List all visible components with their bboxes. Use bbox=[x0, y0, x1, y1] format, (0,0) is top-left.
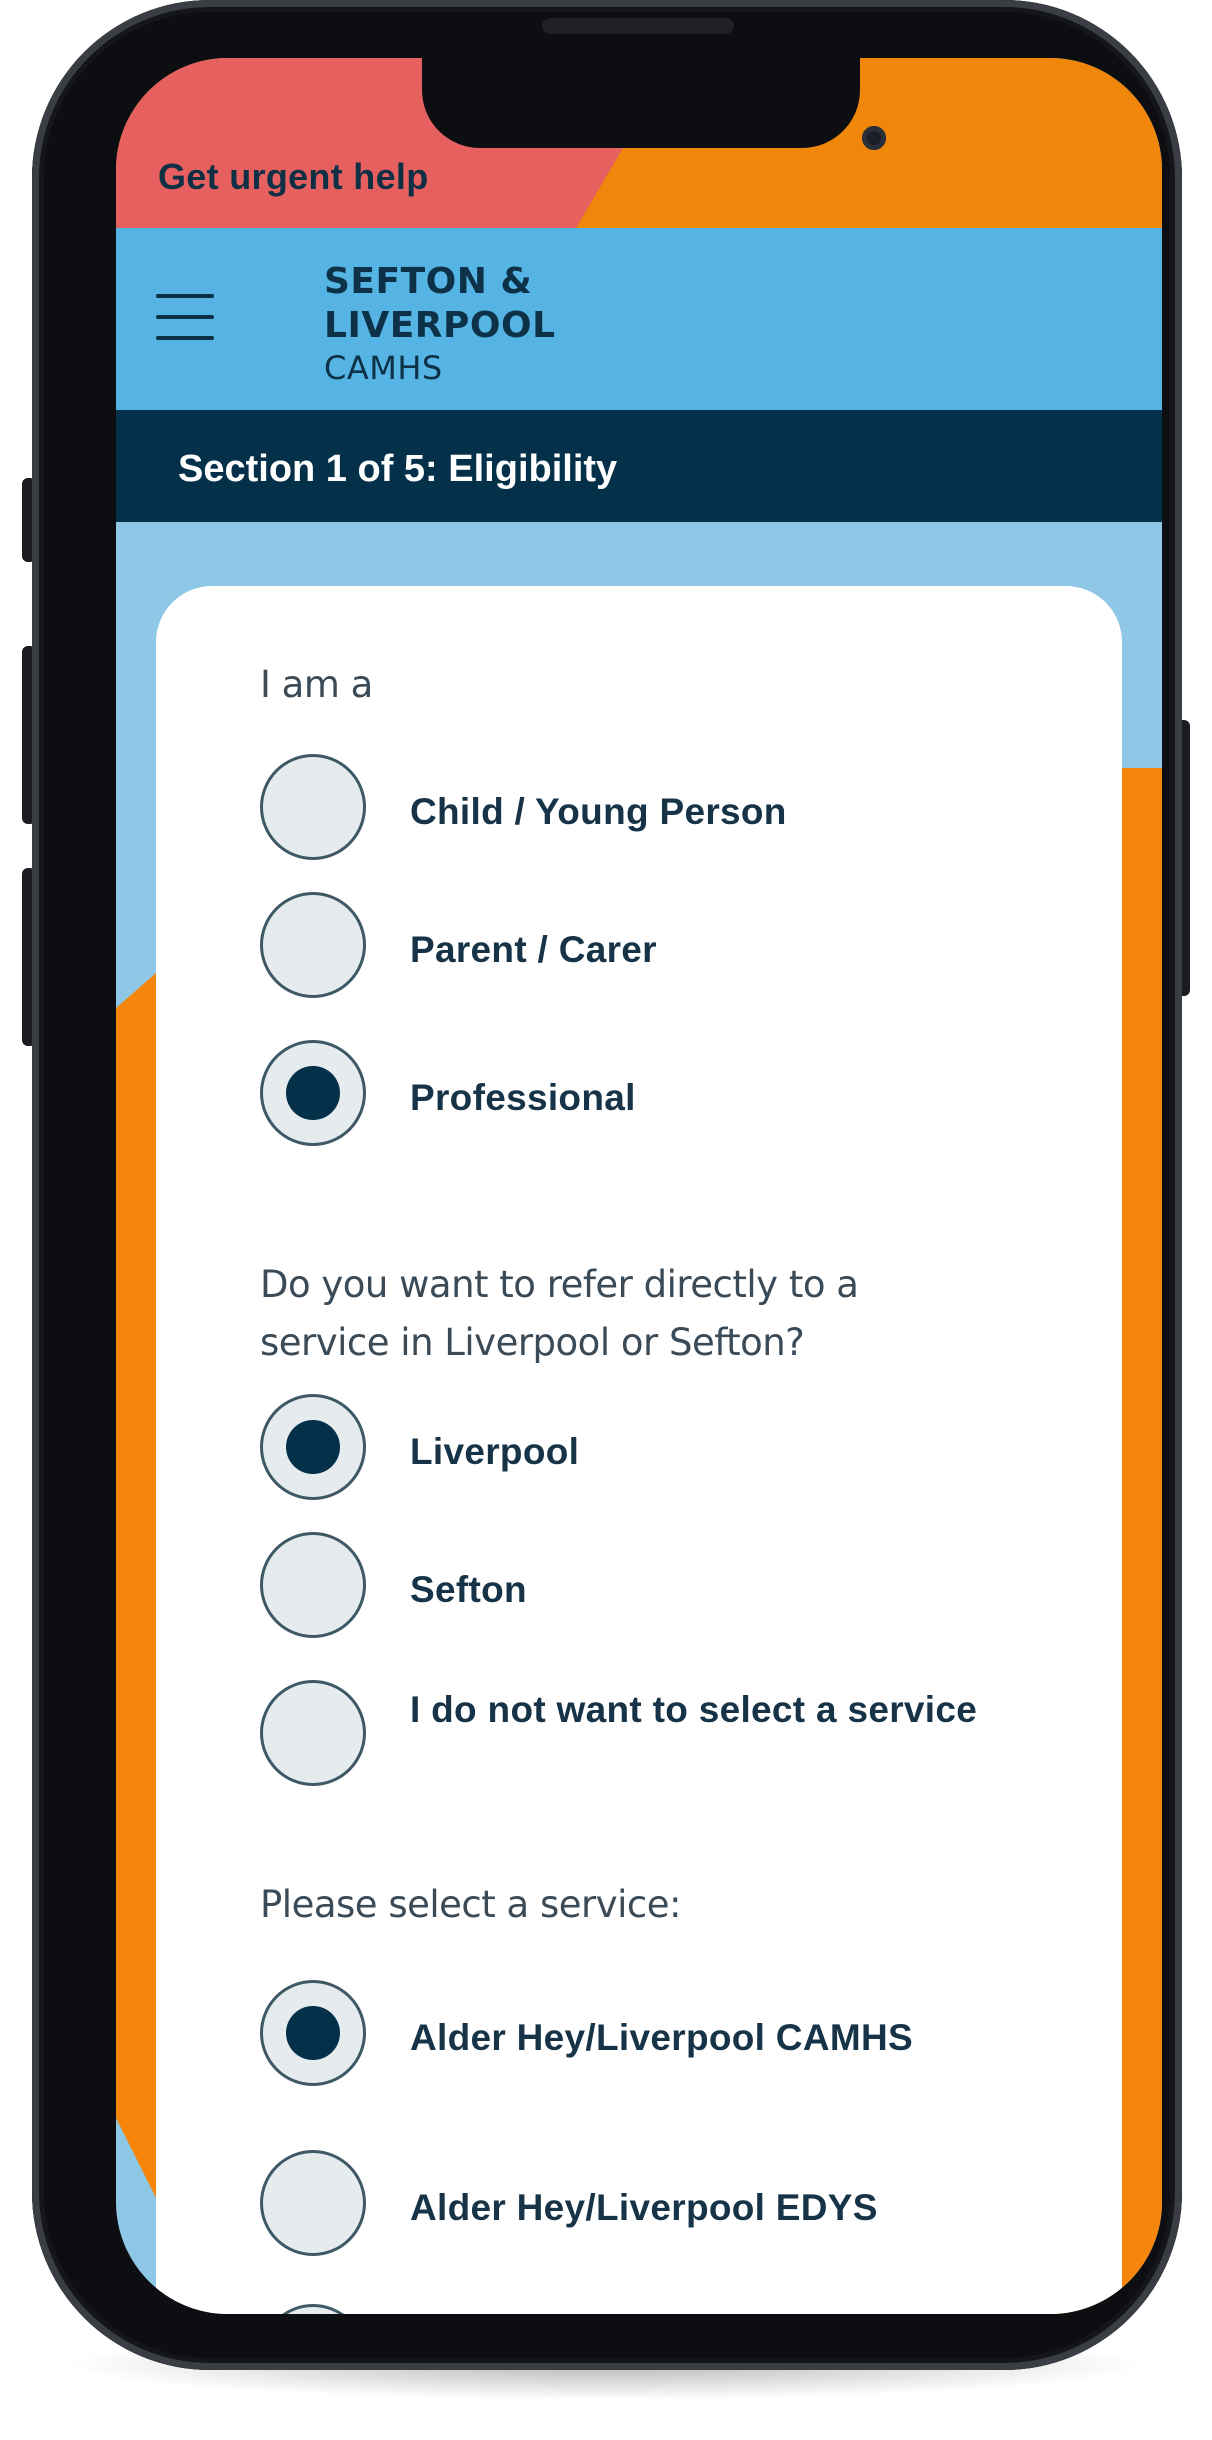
notch bbox=[422, 52, 886, 150]
section-progress-bar: Section 1 of 5: Eligibility bbox=[116, 410, 1162, 522]
radio-selected-dot bbox=[286, 2006, 340, 2060]
radio-selected-dot bbox=[286, 1066, 340, 1120]
radio-option-professional[interactable]: Professional bbox=[260, 1040, 1060, 1150]
radio-option-parent-carer[interactable]: Parent / Carer bbox=[260, 892, 1060, 1002]
option-label: Parent / Carer bbox=[410, 929, 657, 970]
question-refer-service: Do you want to refer directly to a servi… bbox=[260, 1263, 859, 1364]
option-label: Professional bbox=[410, 1077, 636, 1118]
screen: Get urgent help SEFTON & LIVERPOOL CAMHS… bbox=[116, 58, 1162, 2314]
section-title: Section 1 of 5: Eligibility bbox=[178, 448, 618, 490]
hamburger-menu-icon[interactable] bbox=[156, 294, 214, 340]
site-header: SEFTON & LIVERPOOL CAMHS bbox=[116, 228, 1162, 410]
question-select-service: Please select a service: bbox=[260, 1883, 681, 1926]
radio-option-alder-hey-camhs[interactable]: Alder Hey/Liverpool CAMHS bbox=[260, 1980, 1060, 2090]
logo-line-1: SEFTON & bbox=[324, 261, 533, 302]
radio-option-child-young-person[interactable]: Child / Young Person bbox=[260, 754, 1060, 864]
option-label: Alder Hey/Liverpool CAMHS bbox=[410, 2017, 913, 2058]
radio-option-no-service[interactable]: I do not want to select a service bbox=[260, 1680, 1060, 1790]
site-logo[interactable]: SEFTON & LIVERPOOL CAMHS bbox=[324, 260, 556, 388]
radio-button[interactable] bbox=[260, 754, 366, 860]
phone-frame: Get urgent help SEFTON & LIVERPOOL CAMHS… bbox=[32, 0, 1182, 2370]
radio-option-partially-visible[interactable] bbox=[260, 2304, 1060, 2314]
get-urgent-help-link[interactable]: Get urgent help bbox=[158, 156, 429, 198]
radio-button[interactable] bbox=[260, 1680, 366, 1786]
option-label: Liverpool bbox=[410, 1431, 580, 1472]
option-label: Child / Young Person bbox=[410, 791, 787, 832]
radio-button-selected[interactable] bbox=[260, 1394, 366, 1500]
radio-button[interactable] bbox=[260, 1532, 366, 1638]
logo-line-3: CAMHS bbox=[324, 349, 443, 387]
radio-button[interactable] bbox=[260, 892, 366, 998]
radio-button-selected[interactable] bbox=[260, 1040, 366, 1146]
radio-selected-dot bbox=[286, 1420, 340, 1474]
radio-button[interactable] bbox=[260, 2304, 366, 2314]
option-label: Sefton bbox=[410, 1569, 527, 1610]
speaker-grille bbox=[542, 18, 734, 34]
front-camera-icon bbox=[862, 126, 886, 150]
radio-option-liverpool[interactable]: Liverpool bbox=[260, 1394, 1060, 1504]
radio-option-alder-hey-edys[interactable]: Alder Hey/Liverpool EDYS bbox=[260, 2150, 1060, 2260]
radio-option-sefton[interactable]: Sefton bbox=[260, 1532, 1060, 1642]
radio-button[interactable] bbox=[260, 2150, 366, 2256]
option-label: I do not want to select a service bbox=[410, 1689, 978, 1730]
option-label: Alder Hey/Liverpool EDYS bbox=[410, 2187, 878, 2228]
eligibility-form-card: I am a Child / Young Person Parent / Car… bbox=[156, 586, 1122, 2314]
question-i-am-a: I am a bbox=[260, 663, 373, 706]
radio-button-selected[interactable] bbox=[260, 1980, 366, 2086]
logo-line-2: LIVERPOOL bbox=[324, 305, 556, 346]
